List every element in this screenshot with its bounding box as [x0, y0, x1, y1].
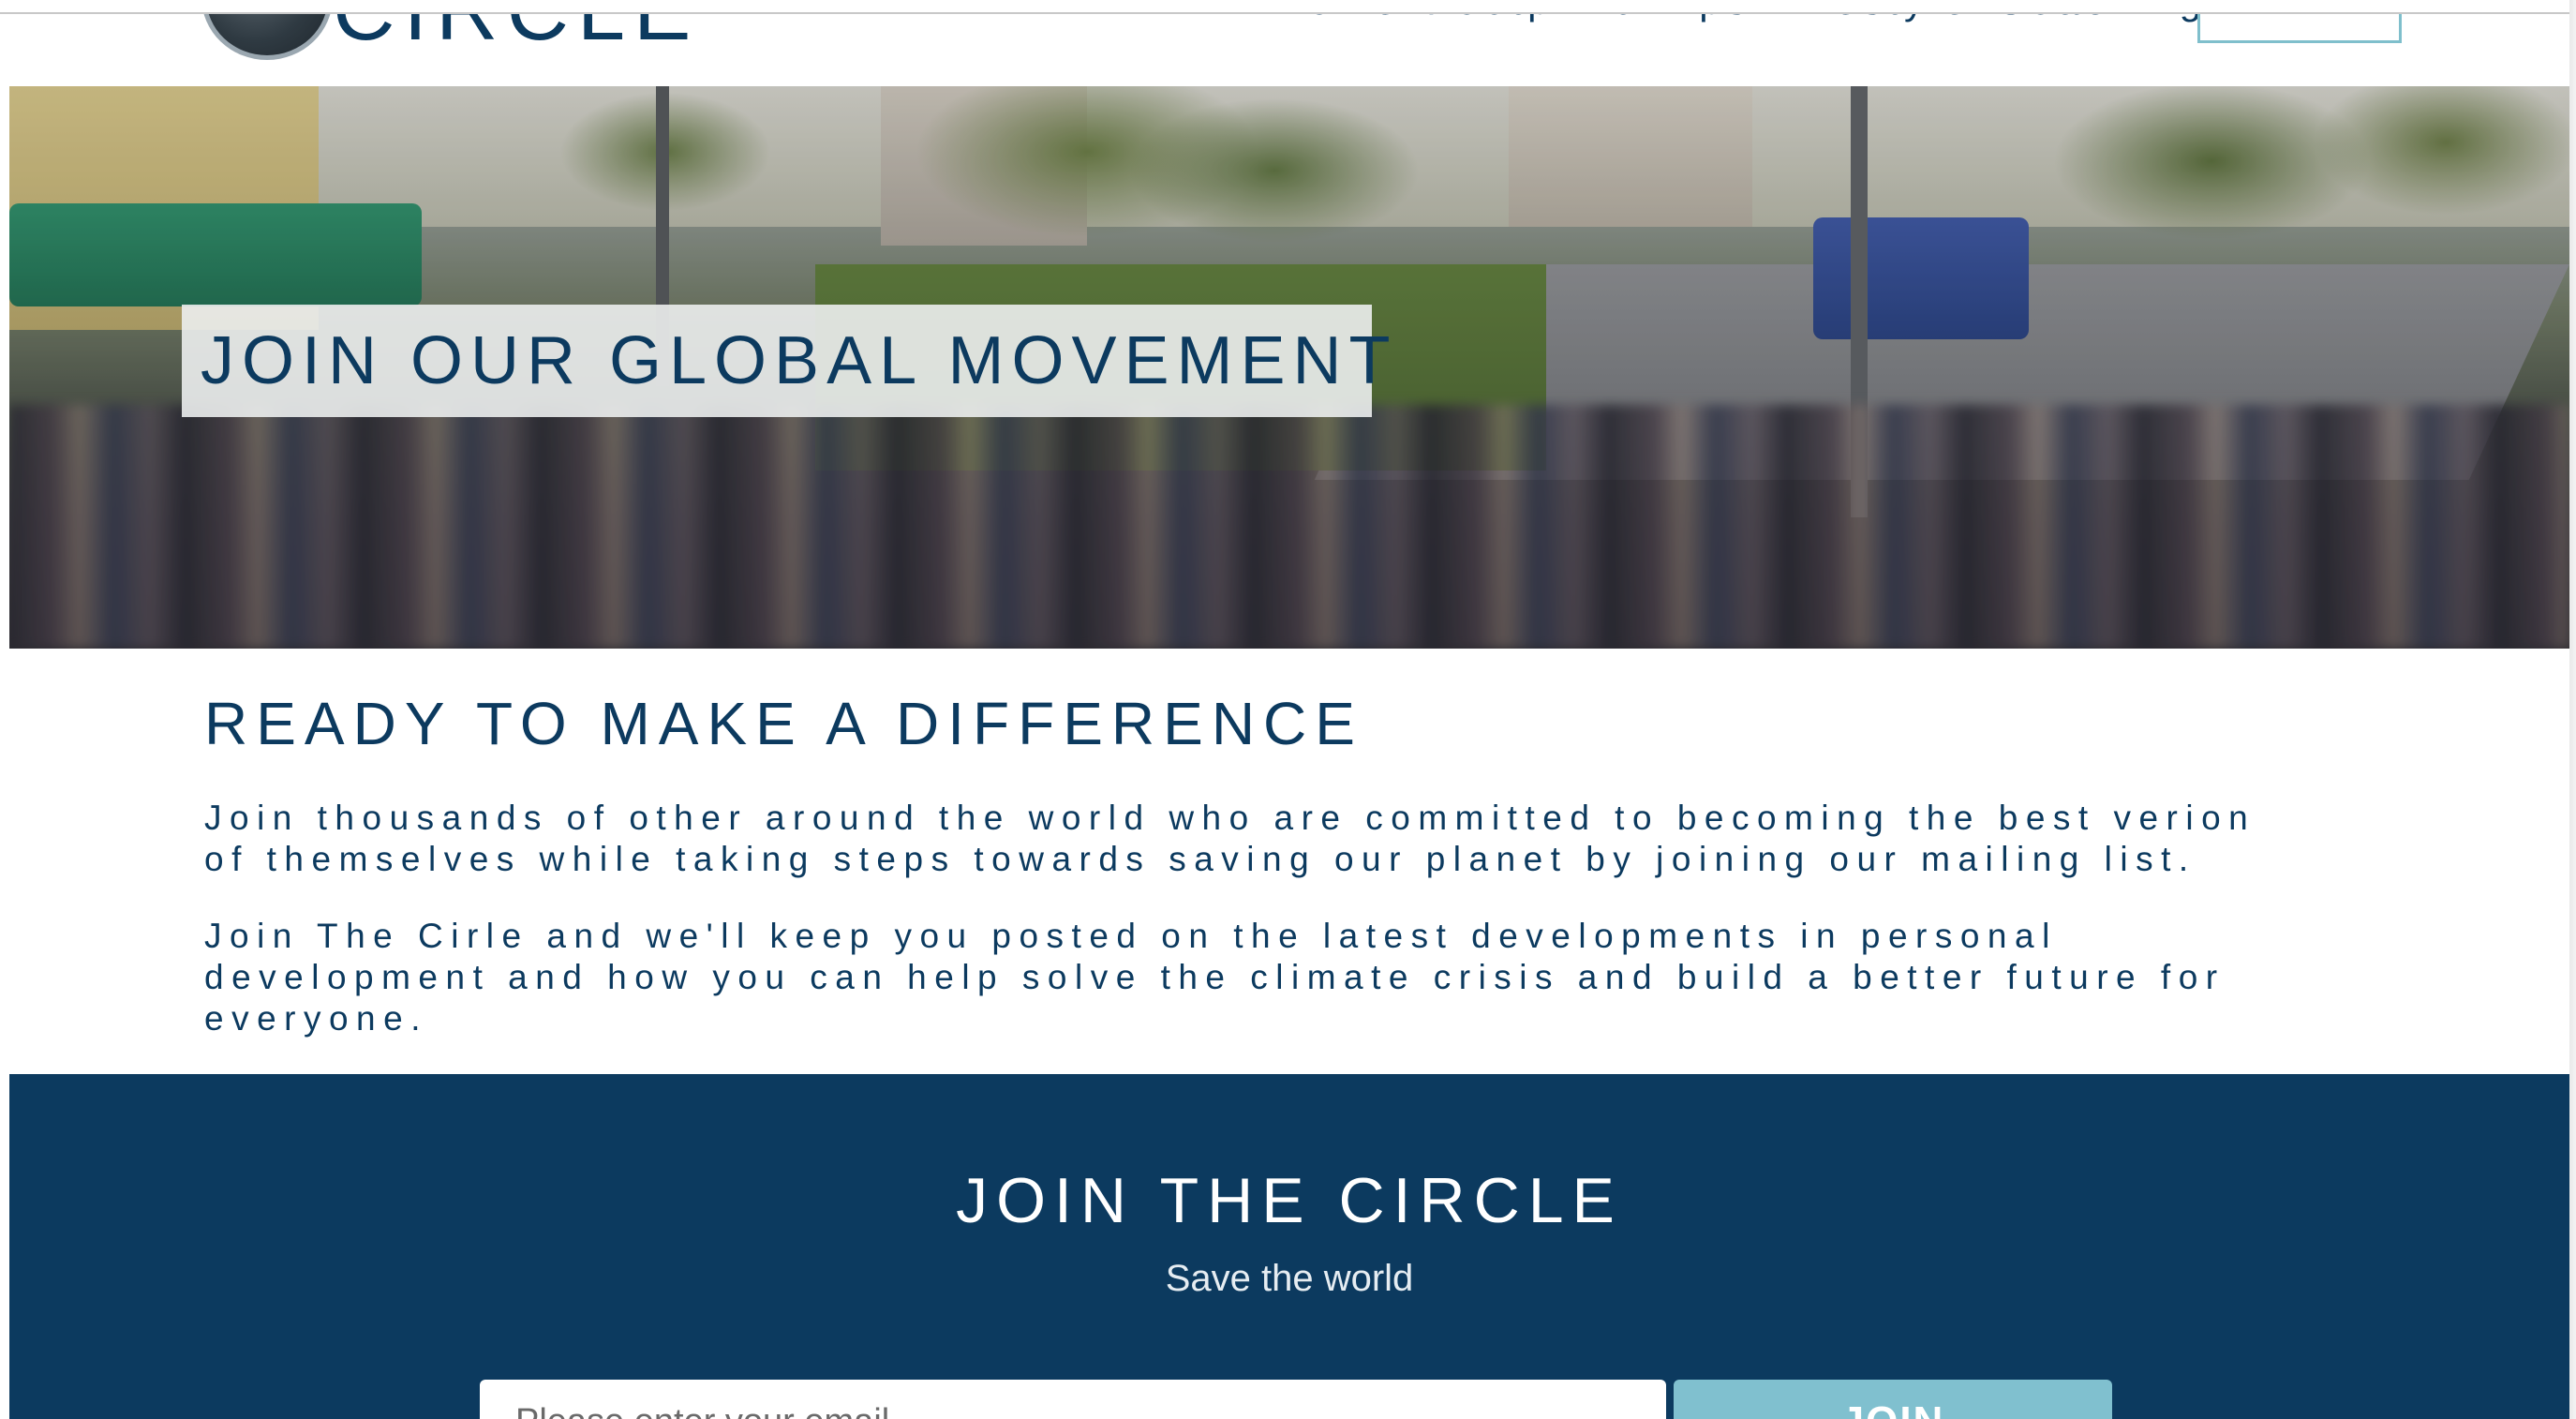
page-left-edge [0, 0, 9, 1419]
signup-subtitle: Save the world [1165, 1258, 1414, 1299]
intro-paragraph: Join The Cirle and we'll keep you posted… [204, 917, 2226, 1038]
signup-title: JOIN THE CIRCLE [956, 1165, 1623, 1236]
signup-section: JOIN THE CIRCLE Save the world JOIN [9, 1074, 2569, 1419]
email-input[interactable] [480, 1380, 1666, 1419]
browser-top-edge [0, 0, 2576, 14]
hero-banner: JOIN OUR GLOBAL MOVEMENT [9, 86, 2569, 649]
hero-title-box: JOIN OUR GLOBAL MOVEMENT [182, 305, 1390, 417]
page: CIRCLE Home Footprint Tips Lifestyle Coa… [0, 0, 2576, 1419]
intro-heading: READY TO MAKE A DIFFERENCE [204, 690, 1363, 757]
hero-title: JOIN OUR GLOBAL MOVEMENT [201, 323, 1398, 398]
page-scroll-edge [2569, 0, 2576, 1419]
intro-paragraph: Join thousands of other around the world… [204, 799, 2256, 878]
join-button[interactable]: JOIN [1674, 1380, 2112, 1419]
